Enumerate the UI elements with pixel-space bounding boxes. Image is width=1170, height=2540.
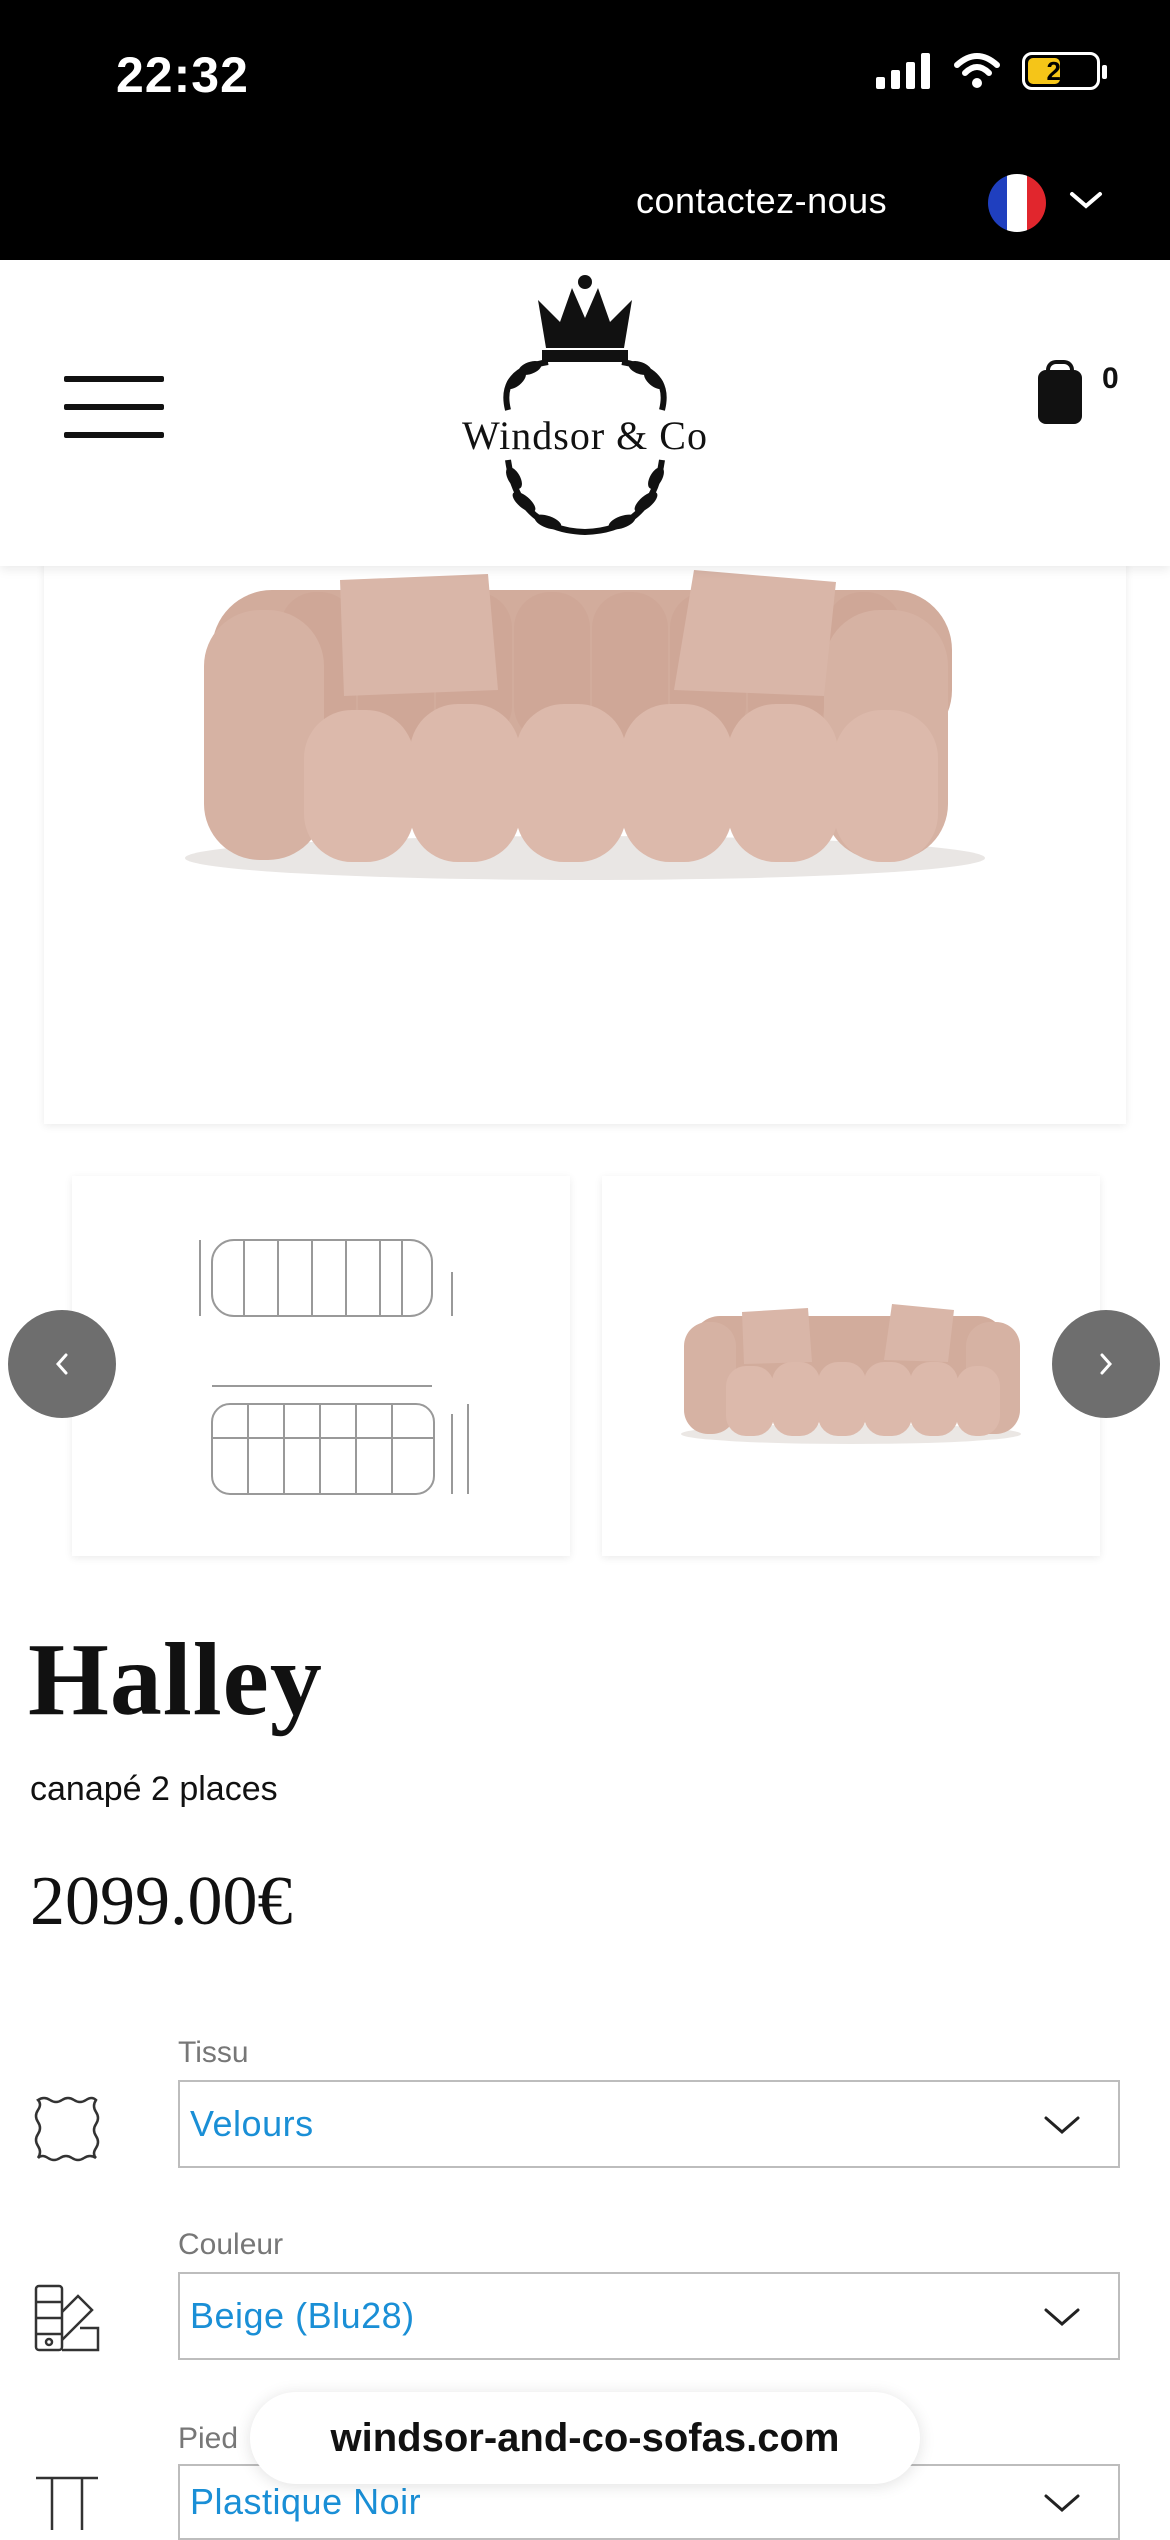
signal-icon — [876, 53, 930, 89]
thumbnail-sofa[interactable] — [602, 1176, 1100, 1556]
chevron-down-icon[interactable] — [1068, 188, 1104, 212]
fabric-swatch-icon — [34, 2096, 100, 2162]
status-bar: 22:32 20 — [0, 0, 1170, 160]
couleur-select-value: Beige (Blu28) — [190, 2295, 415, 2336]
sofa-thumbnail-image — [681, 1304, 1021, 1444]
chevron-down-icon — [1044, 2308, 1080, 2326]
chevron-down-icon — [1044, 2494, 1080, 2512]
dimensions-drawing — [199, 1239, 469, 1495]
product-title: Halley — [28, 1622, 323, 1737]
thumbnail-strip — [72, 1176, 1102, 1556]
status-time: 22:32 — [116, 47, 249, 103]
status-icons: 20 — [876, 52, 1107, 90]
cart-count: 0 — [1102, 362, 1119, 395]
couleur-select[interactable]: Beige (Blu28) — [178, 2272, 1120, 2360]
chevron-down-icon — [1044, 2116, 1080, 2134]
option-label-couleur: Couleur — [178, 2228, 284, 2261]
sofa-leg-icon — [36, 2476, 98, 2530]
battery-icon: 20 — [1022, 52, 1107, 90]
thumbnail-dimensions[interactable] — [72, 1176, 570, 1556]
chevron-right-icon — [1100, 1353, 1113, 1375]
wifi-icon — [954, 53, 1000, 88]
logo-text: Windsor & Co — [462, 413, 708, 458]
option-label-pied: Pied — [178, 2422, 239, 2455]
product-subtitle: canapé 2 places — [30, 1770, 278, 1808]
fr-flag-icon[interactable] — [988, 174, 1046, 232]
cart-icon[interactable] — [1038, 360, 1082, 424]
browser-url-bar[interactable]: windsor-and-co-sofas.com — [250, 2392, 920, 2484]
menu-button[interactable] — [64, 376, 164, 444]
tissu-select[interactable]: Velours — [178, 2080, 1120, 2168]
option-label-tissu: Tissu — [178, 2036, 249, 2069]
chevron-left-icon — [55, 1353, 68, 1375]
color-palette-icon — [34, 2284, 100, 2352]
contact-link[interactable]: contactez-nous — [636, 180, 887, 222]
next-image-button[interactable] — [1052, 1310, 1160, 1418]
previous-image-button[interactable] — [8, 1310, 116, 1418]
sofa-image — [185, 570, 985, 880]
product-main-image[interactable] — [44, 540, 1126, 1124]
site-logo[interactable]: Windsor & Co — [438, 270, 732, 556]
pied-select-value: Plastique Noir — [190, 2481, 422, 2522]
battery-level: 20 — [1046, 55, 1076, 86]
product-price: 2099.00€ — [30, 1863, 293, 1940]
tissu-select-value: Velours — [190, 2103, 314, 2144]
